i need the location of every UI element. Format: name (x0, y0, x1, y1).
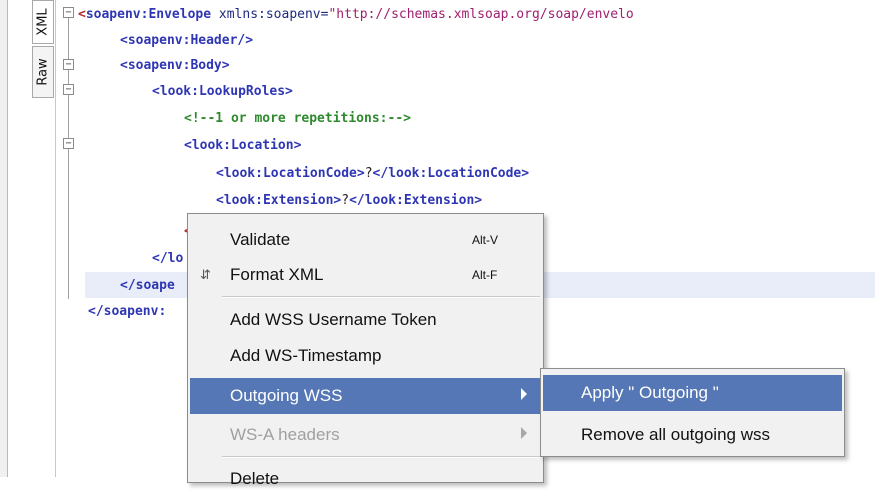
tab-xml[interactable]: XML (32, 0, 54, 44)
menu-item-validate[interactable]: Validate Alt-V (190, 222, 541, 258)
menu-item-format-xml[interactable]: ⇵ Format XML Alt-F (190, 257, 541, 293)
format-xml-icon: ⇵ (200, 267, 211, 282)
tab-raw[interactable]: Raw (32, 46, 54, 98)
menu-item-add-ws-timestamp[interactable]: Add WS-Timestamp (190, 338, 541, 374)
code-line-close-envelope[interactable]: </soapenv: (88, 299, 166, 324)
code-line-envelope[interactable]: <soapenv:Envelope xmlns:soapenv="http://… (78, 2, 634, 27)
code-line-body[interactable]: <soapenv:Body> (120, 53, 230, 78)
code-line-close-lookuproles[interactable]: </lo (152, 246, 183, 271)
submenu-arrow-icon (521, 388, 527, 400)
menu-item-add-wss-username-token[interactable]: Add WSS Username Token (190, 302, 541, 338)
outgoing-wss-submenu: Apply " Outgoing " Remove all outgoing w… (540, 368, 845, 457)
code-line-close-body[interactable]: </soape (120, 273, 175, 298)
menu-item-outgoing-wss[interactable]: Outgoing WSS (190, 378, 541, 414)
submenu-item-apply-outgoing[interactable]: Apply " Outgoing " (543, 375, 842, 411)
code-line-extension[interactable]: <look:Extension>?</look:Extension> (216, 188, 482, 213)
fold-guide (68, 70, 69, 84)
shortcut-label: Alt-V (472, 233, 499, 247)
submenu-arrow-icon (521, 427, 527, 439)
code-line-header[interactable]: <soapenv:Header/> (120, 28, 253, 53)
menu-separator (222, 296, 540, 298)
code-line-lookuproles[interactable]: <look:LookupRoles> (152, 79, 293, 104)
menu-item-ws-a-headers[interactable]: WS-A headers (190, 417, 541, 453)
context-menu: Validate Alt-V ⇵ Format XML Alt-F Add WS… (187, 213, 544, 488)
editor-tab-strip: XML Raw (8, 0, 56, 477)
code-line-location[interactable]: <look:Location> (184, 133, 301, 158)
fold-guide (68, 95, 69, 138)
tab-raw-label: Raw (35, 58, 51, 86)
window-left-border (0, 0, 8, 477)
shortcut-label: Alt-F (472, 268, 498, 282)
fold-guide (68, 18, 69, 59)
submenu-item-remove-all-outgoing-wss[interactable]: Remove all outgoing wss (543, 417, 842, 453)
fold-location-icon[interactable]: − (63, 138, 74, 149)
tab-xml-label: XML (35, 8, 51, 36)
fold-body-icon[interactable]: − (63, 59, 74, 70)
fold-lookuproles-icon[interactable]: − (63, 84, 74, 95)
menu-separator (222, 456, 540, 458)
code-line-locationcode[interactable]: <look:LocationCode>?</look:LocationCode> (216, 161, 529, 186)
code-line-comment[interactable]: <!--1 or more repetitions:--> (184, 106, 411, 131)
menu-item-delete[interactable]: Delete (190, 461, 541, 497)
fold-envelope-icon[interactable]: − (63, 7, 74, 18)
fold-guide (68, 149, 69, 299)
